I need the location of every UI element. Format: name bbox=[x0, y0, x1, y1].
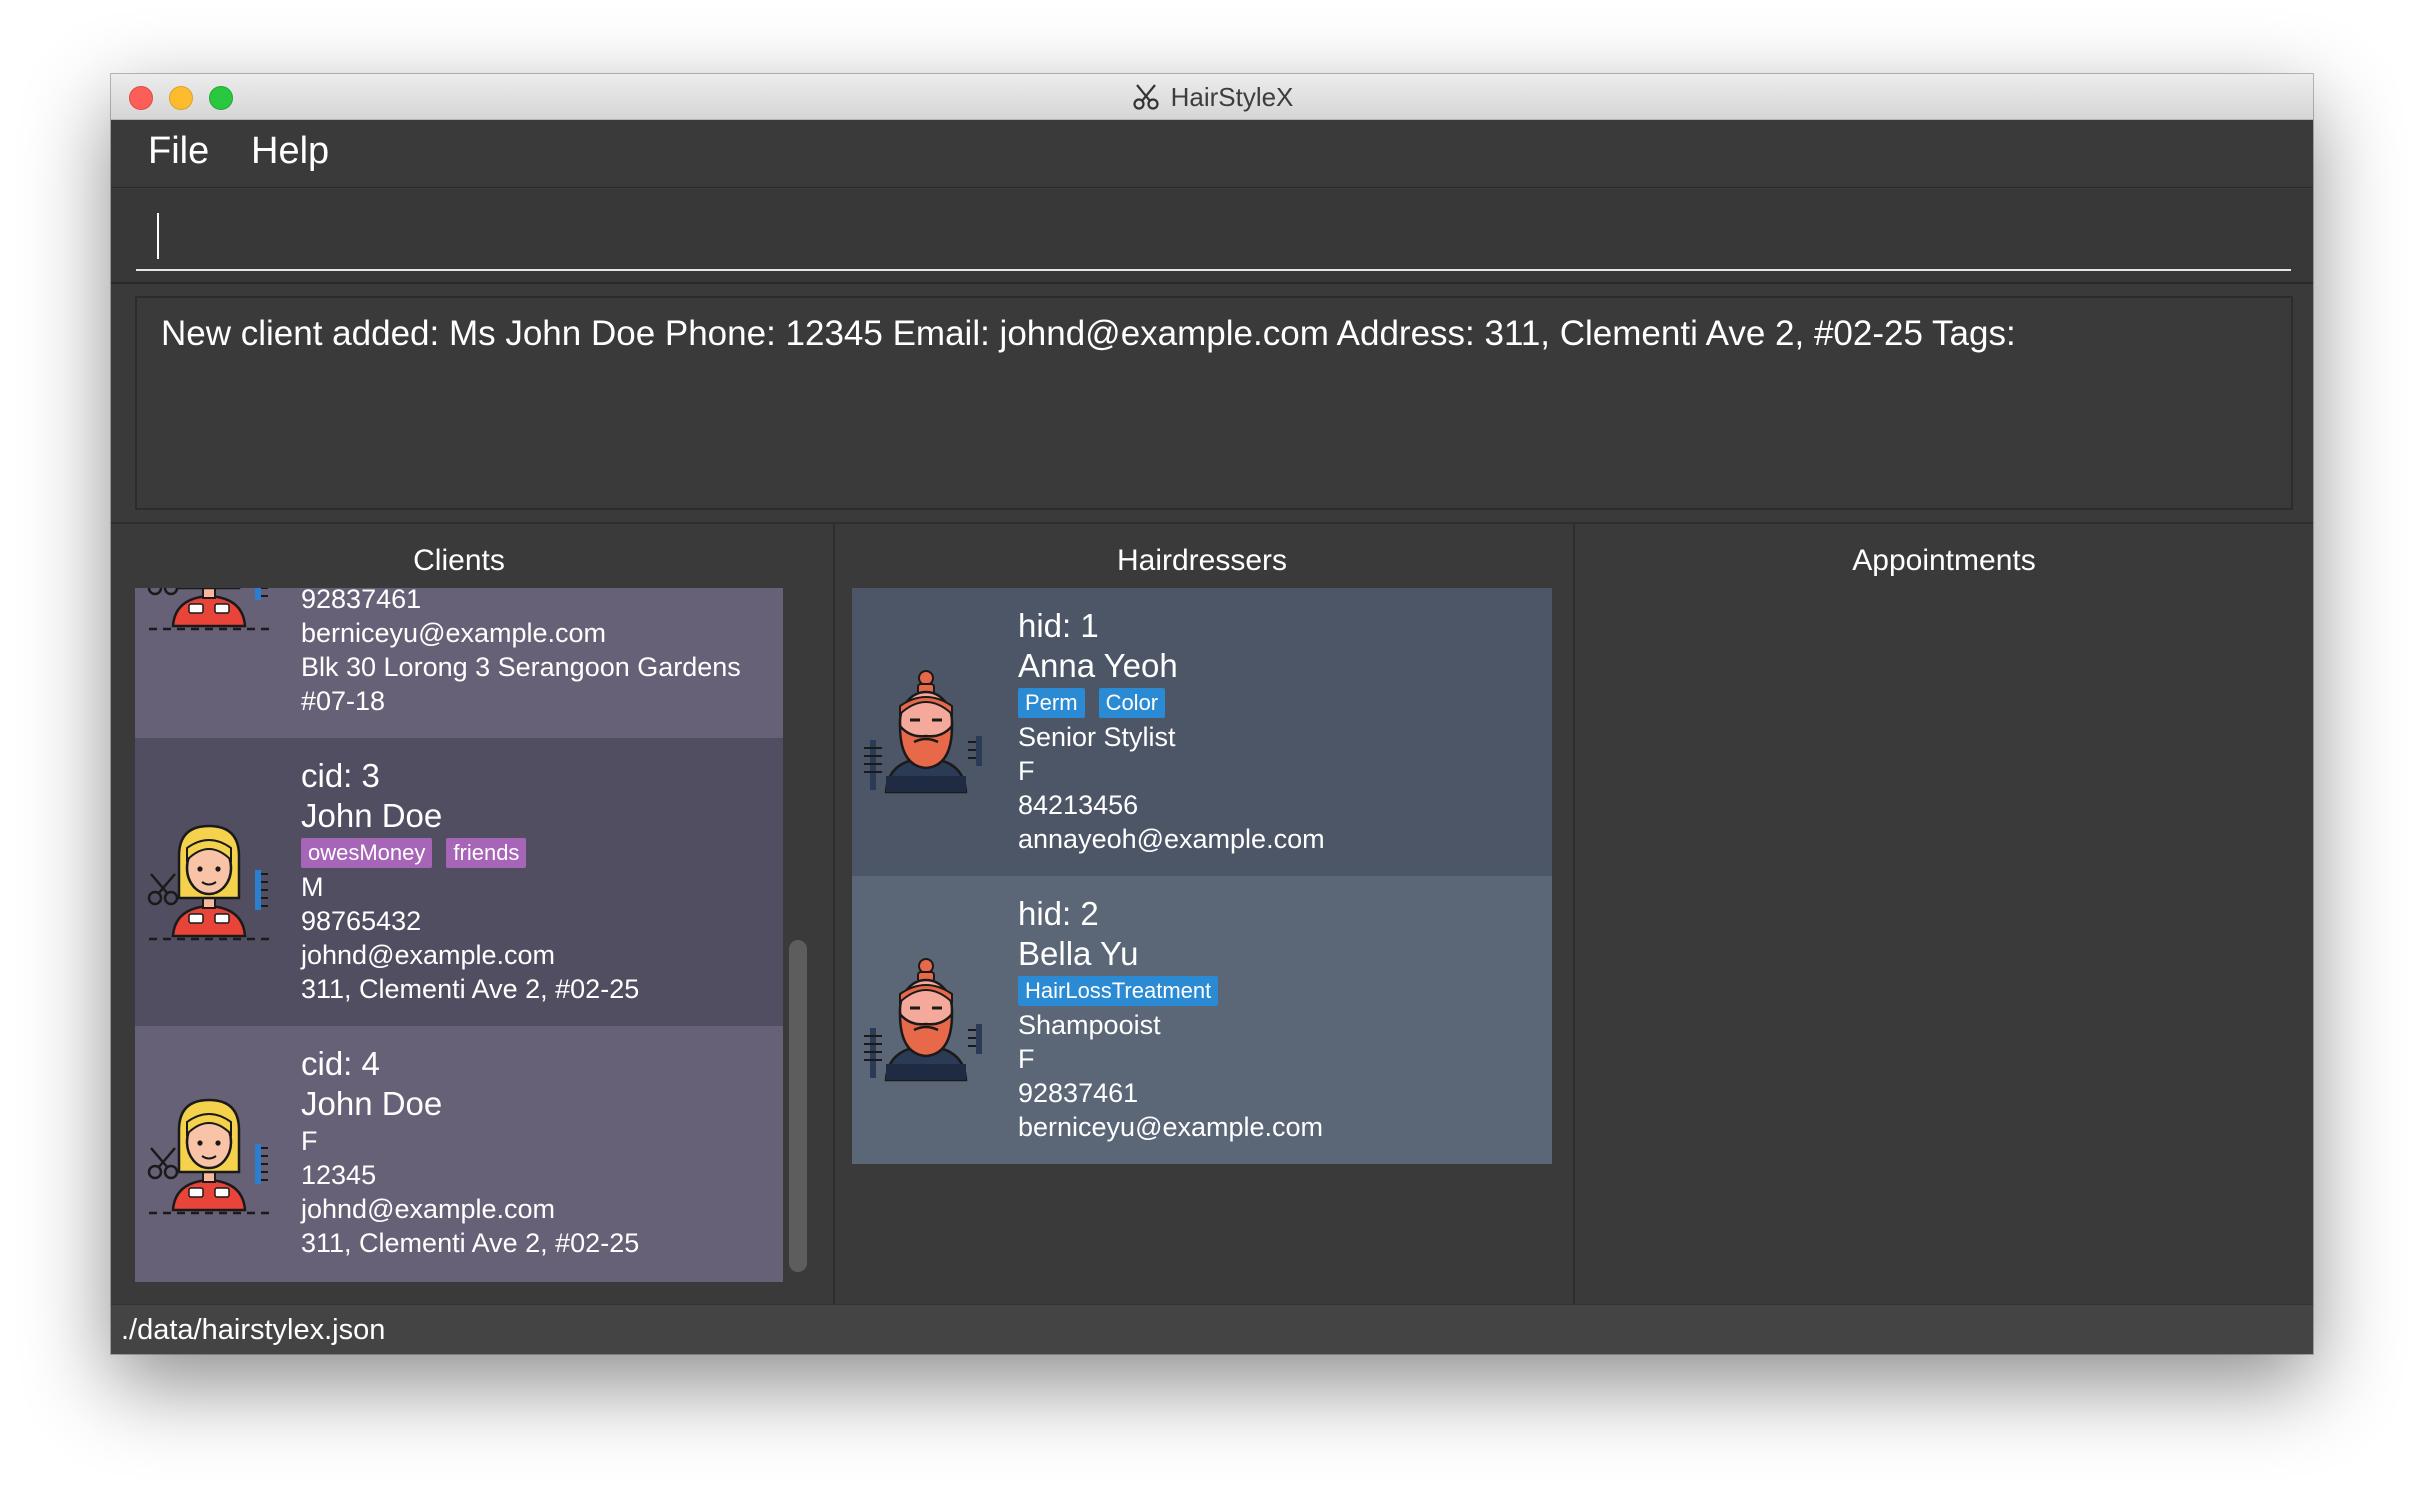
client-card[interactable]: 92837461 berniceyu@example.com Blk 30 Lo… bbox=[135, 588, 783, 738]
client-email: johnd@example.com bbox=[301, 940, 556, 970]
menu-help[interactable]: Help bbox=[251, 130, 329, 173]
hairdressers-panel-title: Hairdressers bbox=[1116, 544, 1288, 577]
client-address-continued: #07-18 bbox=[301, 686, 386, 716]
client-email: johnd@example.com bbox=[301, 1194, 556, 1224]
bearded-hairdresser-avatar-icon bbox=[860, 952, 992, 1084]
menu-bar: File Help bbox=[111, 120, 2313, 188]
client-gender: F bbox=[301, 1126, 318, 1156]
client-phone: 92837461 bbox=[301, 588, 422, 614]
window-title: HairStyleX bbox=[1170, 81, 1294, 112]
hairdresser-name: Anna Yeoh bbox=[1018, 647, 1178, 684]
specialisation-tag: Perm bbox=[1018, 688, 1085, 718]
hairdresser-email: berniceyu@example.com bbox=[1018, 1112, 1324, 1142]
hairdresser-id: hid: 2 bbox=[1018, 895, 1099, 932]
client-list[interactable]: 92837461 berniceyu@example.com Blk 30 Lo… bbox=[135, 588, 783, 1354]
panel-divider bbox=[111, 522, 2313, 524]
hairdresser-title: Shampooist bbox=[1018, 1010, 1161, 1040]
panel-divider-left bbox=[833, 524, 835, 1304]
client-id: cid: 3 bbox=[301, 757, 380, 794]
specialisation-tag: HairLossTreatment bbox=[1018, 976, 1219, 1006]
client-phone: 12345 bbox=[301, 1160, 377, 1190]
hairdresser-title: Senior Stylist bbox=[1018, 722, 1176, 752]
scissors-icon bbox=[1132, 84, 1159, 110]
female-client-avatar-icon bbox=[143, 812, 275, 944]
app-window: HairStyleX File Help New client added: M… bbox=[111, 74, 2313, 1354]
client-list-scrollbar[interactable] bbox=[789, 940, 807, 1272]
client-gender: M bbox=[301, 872, 324, 902]
client-card[interactable]: cid: 4 John Doe F 12345 johnd@example.co… bbox=[135, 1026, 783, 1282]
hairdresser-email: annayeoh@example.com bbox=[1018, 824, 1325, 854]
hairdresser-name: Bella Yu bbox=[1018, 935, 1139, 972]
female-client-avatar-icon bbox=[143, 1086, 275, 1218]
hairdresser-id: hid: 1 bbox=[1018, 607, 1099, 644]
client-address: Blk 30 Lorong 3 Serangoon Gardens bbox=[301, 652, 741, 682]
client-name: John Doe bbox=[301, 1085, 443, 1122]
client-name: John Doe bbox=[301, 797, 443, 834]
hairdresser-phone: 92837461 bbox=[1018, 1078, 1139, 1108]
client-id: cid: 4 bbox=[301, 1045, 380, 1082]
title-bar: HairStyleX bbox=[111, 74, 2313, 120]
hairdresser-gender: F bbox=[1018, 1044, 1035, 1074]
client-tag: owesMoney bbox=[301, 838, 433, 868]
command-input[interactable] bbox=[136, 203, 2291, 271]
female-client-avatar-icon bbox=[143, 588, 275, 634]
command-box bbox=[111, 189, 2313, 284]
hairdresser-gender: F bbox=[1018, 756, 1035, 786]
hairdresser-phone: 84213456 bbox=[1018, 790, 1139, 820]
panel-divider-right bbox=[1573, 524, 1575, 1304]
result-display: New client added: Ms John Doe Phone: 123… bbox=[135, 296, 2293, 510]
hairdresser-specialisations: HairLossTreatment bbox=[1018, 974, 1323, 1008]
hairdresser-list[interactable]: hid: 1 Anna Yeoh Perm Color Senior Styli… bbox=[852, 588, 1552, 1164]
client-address: 311, Clementi Ave 2, #02-25 bbox=[301, 1228, 640, 1258]
specialisation-tag: Color bbox=[1098, 688, 1166, 718]
client-tags: owesMoney friends bbox=[301, 836, 639, 870]
data-file-path: ./data/hairstylex.json bbox=[121, 1314, 386, 1346]
menu-file[interactable]: File bbox=[148, 130, 209, 173]
client-address: 311, Clementi Ave 2, #02-25 bbox=[301, 974, 640, 1004]
appointments-panel-title: Appointments bbox=[1852, 544, 2036, 577]
text-caret bbox=[157, 213, 159, 259]
status-bar: ./data/hairstylex.json bbox=[111, 1304, 2313, 1354]
hairdresser-specialisations: Perm Color bbox=[1018, 686, 1325, 720]
clients-panel-title: Clients bbox=[413, 544, 505, 577]
hairdresser-card[interactable]: hid: 2 Bella Yu HairLossTreatment Shampo… bbox=[852, 876, 1552, 1164]
bearded-hairdresser-avatar-icon bbox=[860, 664, 992, 796]
client-phone: 98765432 bbox=[301, 906, 422, 936]
result-message: New client added: Ms John Doe Phone: 123… bbox=[161, 314, 2016, 353]
client-email: berniceyu@example.com bbox=[301, 618, 607, 648]
client-card[interactable]: cid: 3 John Doe owesMoney friends M 9876… bbox=[135, 738, 783, 1026]
hairdresser-card[interactable]: hid: 1 Anna Yeoh Perm Color Senior Styli… bbox=[852, 588, 1552, 876]
client-tag: friends bbox=[446, 838, 527, 868]
